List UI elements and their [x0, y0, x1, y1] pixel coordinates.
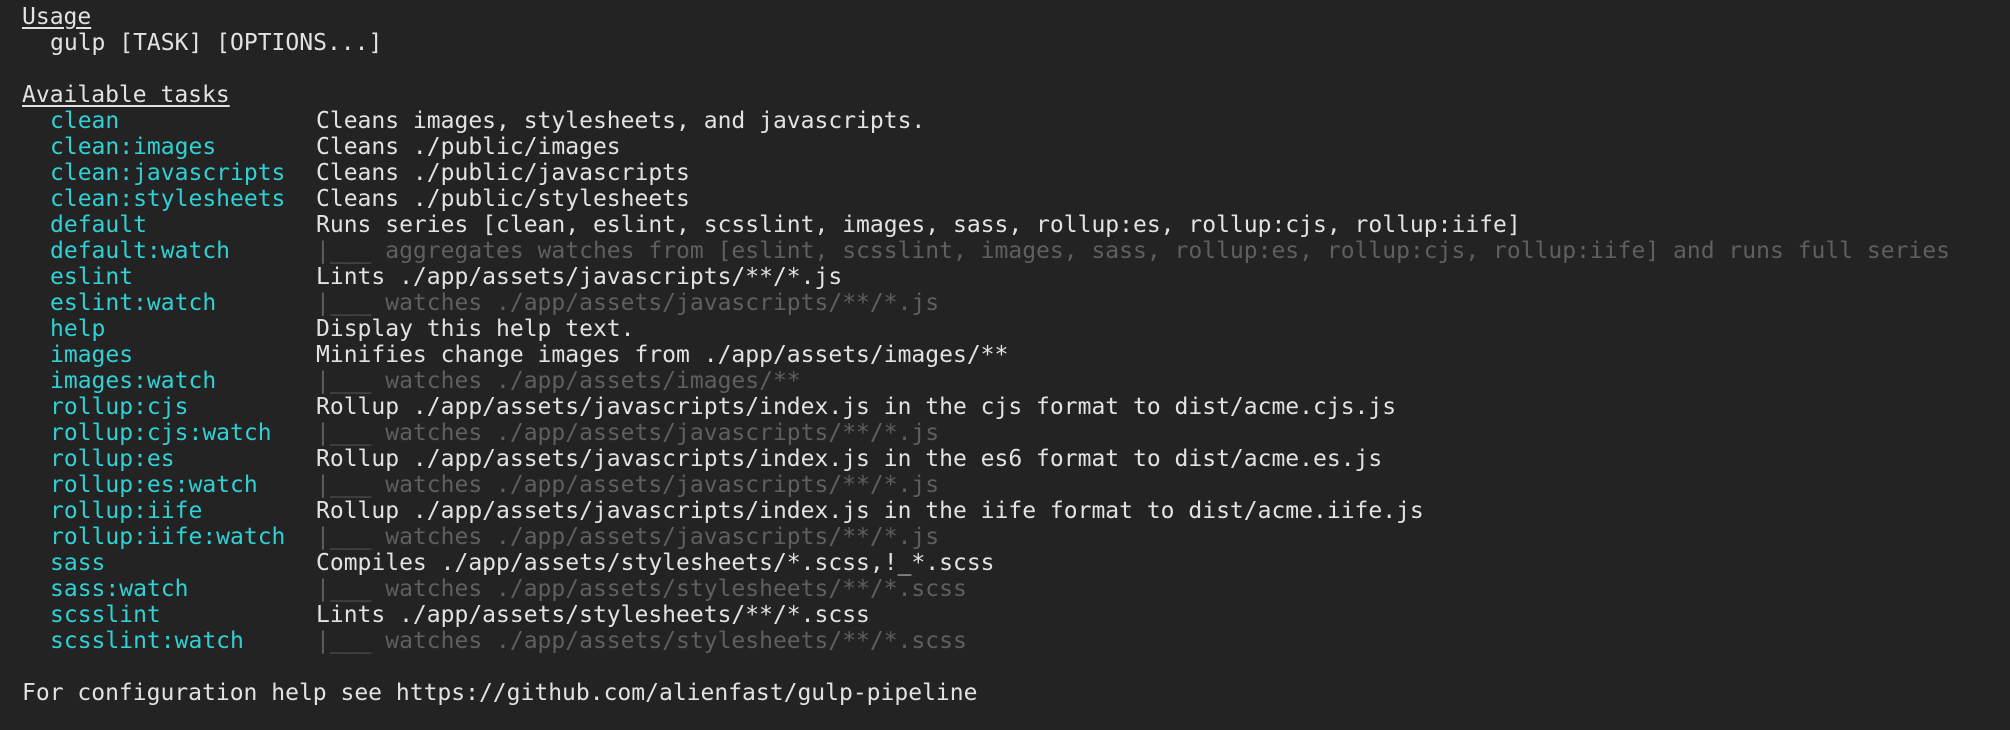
task-name: rollup:es — [50, 446, 175, 472]
task-name: images:watch — [50, 368, 217, 394]
task-description: Rollup ./app/assets/javascripts/index.js… — [316, 394, 1397, 420]
task-row: sass:watch |___ watches ./app/assets/styl… — [22, 576, 2010, 602]
task-description: Lints ./app/assets/javascripts/**/*.js — [316, 264, 843, 290]
task-row: sass Compiles ./app/assets/stylesheets/*.… — [22, 550, 2010, 576]
task-row: images Minifies change images from ./app/… — [22, 342, 2010, 368]
task-description: |___ watches ./app/assets/stylesheets/**… — [316, 628, 967, 654]
task-name: rollup:cjs — [50, 394, 189, 420]
task-name: rollup:cjs:watch — [50, 420, 272, 446]
task-row: scsslint Lints ./app/assets/stylesheets/*… — [22, 602, 2010, 628]
task-description: Rollup ./app/assets/javascripts/index.js… — [316, 446, 1383, 472]
task-name: rollup:iife:watch — [50, 524, 286, 550]
task-name: rollup:es:watch — [50, 472, 258, 498]
task-row: clean:stylesheets Cleans ./public/stylesh… — [22, 186, 2010, 212]
task-row: rollup:iife:watch |___ watches ./app/asse… — [22, 524, 2010, 550]
task-row: rollup:cjs:watch |___ watches ./app/asset… — [22, 420, 2010, 446]
task-name: eslint:watch — [50, 290, 217, 316]
task-row: clean Cleans images, stylesheets, and jav… — [22, 108, 2010, 134]
task-row: clean:images Cleans ./public/images — [22, 134, 2010, 160]
task-row: default:watch |___ aggregates watches fro… — [22, 238, 2010, 264]
task-name: clean:javascripts — [50, 160, 286, 186]
task-name: sass — [50, 550, 106, 576]
task-name: eslint — [50, 264, 134, 290]
task-name: clean:stylesheets — [50, 186, 286, 212]
task-row: rollup:es:watch |___ watches ./app/assets… — [22, 472, 2010, 498]
task-row: rollup:iife Rollup ./app/assets/javascrip… — [22, 498, 2010, 524]
usage-heading: Usage — [22, 4, 92, 30]
task-name: clean — [50, 108, 120, 134]
task-description: |___ watches ./app/assets/javascripts/**… — [316, 524, 940, 550]
usage-command: gulp [TASK] [OPTIONS...] — [50, 30, 383, 56]
task-row: clean:javascripts Cleans ./public/javascr… — [22, 160, 2010, 186]
task-list: clean Cleans images, stylesheets, and jav… — [22, 108, 2010, 654]
footer-help-text: For configuration help see https://githu… — [22, 680, 978, 706]
task-description: Runs series [clean, eslint, scsslint, im… — [316, 212, 1521, 238]
task-row: rollup:cjs Rollup ./app/assets/javascript… — [22, 394, 2010, 420]
task-description: |___ watches ./app/assets/images/** — [316, 368, 801, 394]
task-description: Cleans ./public/javascripts — [316, 160, 690, 186]
task-description: Compiles ./app/assets/stylesheets/*.scss… — [316, 550, 995, 576]
task-name: clean:images — [50, 134, 217, 160]
task-description: |___ watches ./app/assets/stylesheets/**… — [316, 576, 967, 602]
task-row: eslint Lints ./app/assets/javascripts/**/… — [22, 264, 2010, 290]
task-row: default Runs series [clean, eslint, scssl… — [22, 212, 2010, 238]
task-description: Display this help text. — [316, 316, 635, 342]
task-description: Lints ./app/assets/stylesheets/**/*.scss — [316, 602, 870, 628]
task-description: |___ watches ./app/assets/javascripts/**… — [316, 290, 940, 316]
available-tasks-heading: Available tasks — [22, 82, 230, 108]
task-name: default — [50, 212, 147, 238]
task-description: Rollup ./app/assets/javascripts/index.js… — [316, 498, 1424, 524]
task-description: Cleans ./public/images — [316, 134, 621, 160]
task-row: eslint:watch |___ watches ./app/assets/ja… — [22, 290, 2010, 316]
task-row: images:watch |___ watches ./app/assets/im… — [22, 368, 2010, 394]
task-name: sass:watch — [50, 576, 189, 602]
terminal-output: Usage gulp [TASK] [OPTIONS...] Available… — [0, 0, 2010, 730]
task-name: scsslint — [50, 602, 161, 628]
task-description: Minifies change images from ./app/assets… — [316, 342, 1009, 368]
task-description: |___ watches ./app/assets/javascripts/**… — [316, 420, 940, 446]
task-name: scsslint:watch — [50, 628, 244, 654]
task-name: help — [50, 316, 106, 342]
task-description: |___ watches ./app/assets/javascripts/**… — [316, 472, 940, 498]
task-row: help Display this help text. — [22, 316, 2010, 342]
task-name: images — [50, 342, 134, 368]
task-row: rollup:es Rollup ./app/assets/javascripts… — [22, 446, 2010, 472]
task-description: Cleans images, stylesheets, and javascri… — [316, 108, 926, 134]
task-row: scsslint:watch |___ watches ./app/assets/… — [22, 628, 2010, 654]
task-description: |___ aggregates watches from [eslint, sc… — [316, 238, 1950, 264]
task-name: rollup:iife — [50, 498, 203, 524]
task-description: Cleans ./public/stylesheets — [316, 186, 690, 212]
task-name: default:watch — [50, 238, 231, 264]
